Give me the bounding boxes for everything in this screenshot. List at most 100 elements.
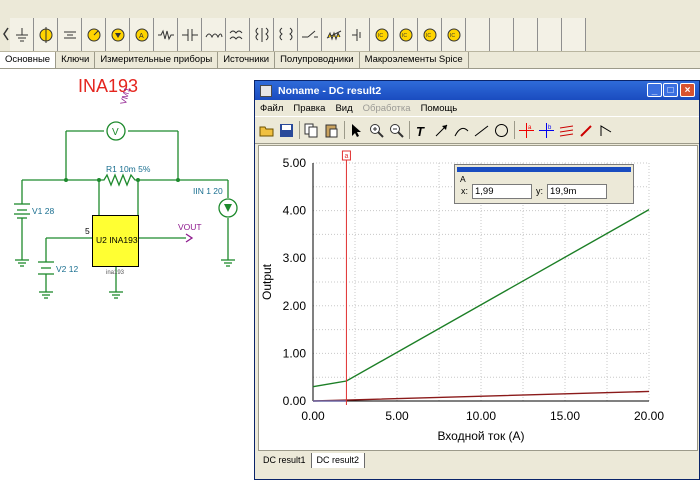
component-inductor-icon[interactable]	[202, 18, 226, 51]
component-tab[interactable]: Источники	[218, 52, 276, 68]
pen-icon	[580, 124, 592, 137]
component-power-meter-icon[interactable]: A	[130, 18, 154, 51]
result-tab[interactable]: DC result1	[258, 453, 312, 468]
result-tabs: DC result1 DC result2	[258, 453, 698, 469]
component-tab[interactable]: Ключи	[56, 52, 96, 68]
svg-text:T: T	[416, 124, 425, 138]
pen-button[interactable]	[578, 120, 595, 140]
menu-item[interactable]: Помощь	[416, 103, 463, 114]
svg-text:IC: IC	[378, 33, 383, 39]
ideal-transformer-icon	[279, 27, 292, 40]
component-coupled-inductor-icon[interactable]	[226, 18, 250, 51]
menu-item[interactable]: Файл	[255, 103, 288, 114]
component-tab[interactable]: Основные	[0, 52, 57, 68]
component-switch-icon[interactable]	[298, 18, 322, 51]
close-button[interactable]: ×	[680, 83, 695, 97]
toolbar-scroll-left-icon[interactable]	[2, 24, 10, 44]
component-tab[interactable]: Макроэлементы Spice	[359, 52, 469, 68]
series-line-2	[312, 390, 650, 402]
x-tick-label: 20.00	[634, 409, 664, 423]
v2-label: V2 12	[56, 264, 79, 274]
component-battery-icon[interactable]	[58, 18, 82, 51]
pointer-button[interactable]	[348, 120, 365, 140]
y-tick-label: 0.00	[283, 394, 307, 408]
menubar: Файл Правка Вид Обработка Помощь	[255, 100, 699, 116]
toolbar-separator	[299, 121, 300, 139]
draw-curve-icon	[454, 127, 469, 136]
component-ic-icon[interactable]: IC	[442, 18, 466, 51]
cursor-b-button[interactable]: b	[538, 120, 555, 140]
component-tab[interactable]: Измерительные приборы	[95, 52, 219, 68]
current-source-icon	[111, 28, 124, 41]
copy-button[interactable]	[303, 120, 320, 140]
draw-curve-button[interactable]	[453, 120, 470, 140]
cursor-panel: A x: 1,99 y: 19,9m	[454, 164, 634, 204]
coupled-inductor-icon	[229, 30, 242, 40]
ellipse-button[interactable]	[493, 120, 510, 140]
component-slot-empty[interactable]	[466, 18, 490, 51]
capacitor-icon	[181, 28, 198, 41]
component-potentiometer-icon[interactable]	[322, 18, 346, 51]
paste-icon	[325, 124, 338, 137]
component-slot-empty[interactable]	[538, 18, 562, 51]
component-resistor-icon[interactable]	[154, 18, 178, 51]
ic-icon: IC	[447, 28, 460, 41]
cursor-x-label: x:	[461, 186, 469, 196]
marker-button[interactable]	[598, 120, 615, 140]
component-capacitor-icon[interactable]	[178, 18, 202, 51]
component-battery-cell-icon[interactable]	[346, 18, 370, 51]
component-transformer-icon[interactable]	[250, 18, 274, 51]
x-tick-label: 0.00	[301, 409, 325, 423]
minimize-button[interactable]: _	[647, 83, 662, 97]
zoom-in-button[interactable]	[368, 120, 385, 140]
svg-text:V: V	[112, 127, 119, 138]
open-button[interactable]	[258, 120, 275, 140]
component-slot-empty[interactable]	[562, 18, 586, 51]
svg-text:A: A	[139, 33, 144, 40]
paste-button[interactable]	[323, 120, 340, 140]
pin-5-label: 5	[85, 226, 90, 236]
waveform-button[interactable]	[558, 120, 575, 140]
battery-icon	[63, 31, 76, 38]
component-current-source-icon[interactable]	[106, 18, 130, 51]
ammeter-icon	[87, 28, 100, 41]
menu-item[interactable]: Вид	[330, 103, 357, 114]
marker-icon	[600, 124, 612, 136]
component-slot-empty[interactable]	[490, 18, 514, 51]
zoom-out-button[interactable]	[388, 120, 405, 140]
ic-icon: IC	[423, 28, 436, 41]
text-button[interactable]: T	[413, 120, 430, 140]
draw-line-button[interactable]	[473, 120, 490, 140]
potentiometer-icon	[326, 30, 341, 41]
app-root: A IC IC IC IC Основные Ключи Измерительные при…	[0, 0, 700, 480]
component-voltmeter-icon[interactable]	[34, 18, 58, 51]
menu-item[interactable]: Правка	[288, 103, 330, 114]
y-tick-label: 3.00	[283, 251, 307, 265]
component-ic-icon[interactable]: IC	[394, 18, 418, 51]
y-tick-label: 1.00	[283, 346, 307, 360]
component-ammeter-icon[interactable]	[82, 18, 106, 51]
v1-label: V1 28	[32, 206, 55, 216]
result-tab[interactable]: DC result2	[311, 453, 366, 468]
component-ic-icon[interactable]: IC	[418, 18, 442, 51]
component-slot-empty[interactable]	[514, 18, 538, 51]
cursor-x-field[interactable]: 1,99	[472, 184, 532, 199]
pointer-icon	[352, 123, 361, 137]
draw-arrow-button[interactable]	[433, 120, 450, 140]
component-strip: A IC IC IC IC	[10, 18, 590, 51]
cursor-a-button[interactable]: a	[518, 120, 535, 140]
ellipse-icon	[495, 123, 508, 137]
maximize-button[interactable]: □	[663, 83, 678, 97]
ground-icon	[15, 27, 28, 41]
save-button[interactable]	[278, 120, 295, 140]
window-titlebar[interactable]: Noname - DC result2 _ □ ×	[255, 81, 699, 100]
component-ground-icon[interactable]	[10, 18, 34, 51]
battery-cell-icon	[351, 28, 360, 41]
y-axis-label: Output	[260, 263, 274, 300]
component-ic-icon[interactable]: IC	[370, 18, 394, 51]
component-tab[interactable]: Полупроводники	[275, 52, 360, 68]
cursor-y-field[interactable]: 19,9m	[547, 184, 607, 199]
y-tick-label: 2.00	[283, 299, 307, 313]
component-ideal-transformer-icon[interactable]	[274, 18, 298, 51]
cursor-panel-titlebar[interactable]	[457, 167, 631, 172]
